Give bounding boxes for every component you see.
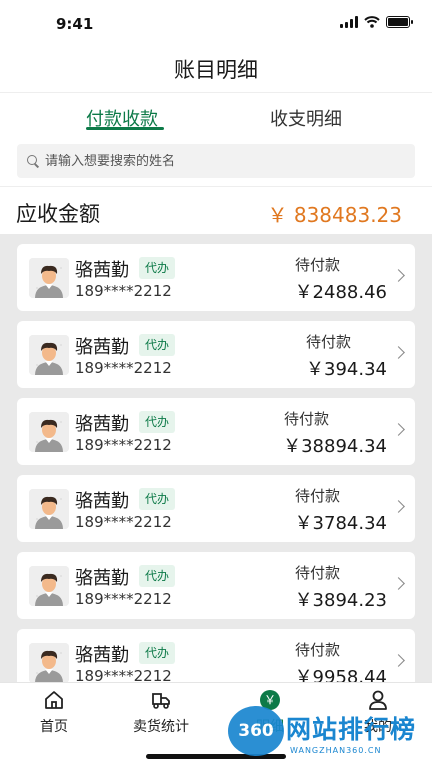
signal-icon	[340, 16, 358, 28]
status-bar: 9:41	[0, 0, 432, 46]
payment-amount: ￥394.34	[306, 359, 387, 380]
customer-name: 骆茜勤	[75, 491, 129, 512]
tab-bar: 付款收款 收支明细	[0, 92, 432, 138]
payment-amount: ￥2488.46	[294, 282, 387, 303]
tabbar-item-home[interactable]: 首页	[9, 687, 99, 736]
customer-name: 骆茜勤	[75, 645, 129, 666]
tab-income-expense[interactable]: 收支明细	[270, 105, 342, 131]
agent-badge: 代办	[139, 565, 176, 587]
payment-status: 待付款	[295, 564, 341, 582]
customer-name: 骆茜勤	[75, 414, 129, 435]
status-time: 9:41	[56, 15, 94, 33]
chevron-right-icon	[392, 654, 405, 667]
avatar	[29, 335, 69, 375]
customer-name: 骆茜勤	[75, 337, 129, 358]
customer-phone: 189****2212	[75, 359, 172, 377]
customer-phone: 189****2212	[75, 590, 172, 608]
customer-phone: 189****2212	[75, 282, 172, 300]
chevron-right-icon	[392, 269, 405, 282]
summary-label: 应收金额	[16, 202, 100, 226]
agent-badge: 代办	[139, 257, 176, 279]
record-card[interactable]: 骆茜勤 代办 189****2212 待付款 ￥38894.34	[17, 398, 415, 465]
payment-amount: ￥38894.34	[283, 436, 387, 457]
wifi-icon	[364, 16, 380, 28]
watermark-logo: 360	[228, 706, 284, 756]
record-card[interactable]: 骆茜勤 代办 189****2212 待付款 ￥394.34	[17, 321, 415, 388]
payment-status: 待付款	[306, 333, 352, 351]
payment-status: 待付款	[295, 487, 341, 505]
search-input[interactable]	[45, 153, 385, 169]
tabbar-label: 卖货统计	[133, 719, 189, 735]
watermark-subtitle: WANGZHAN360.CN	[290, 746, 382, 755]
tabbar-item-sales[interactable]: 卖货统计	[116, 687, 206, 736]
chevron-right-icon	[392, 346, 405, 359]
receivable-summary: 应收金额 ￥ 838483.23	[0, 186, 432, 234]
payment-status: 待付款	[295, 641, 341, 659]
avatar	[29, 489, 69, 529]
record-card[interactable]: 骆茜勤 代办 189****2212 待付款 ￥3784.34	[17, 475, 415, 542]
record-card[interactable]: 骆茜勤 代办 189****2212 待付款 ￥3894.23	[17, 552, 415, 619]
payment-status: 待付款	[295, 256, 341, 274]
summary-amount: ￥ 838483.23	[267, 203, 402, 227]
avatar	[29, 412, 69, 452]
avatar	[29, 643, 69, 682]
payment-amount: ￥9958.44	[294, 667, 387, 682]
record-card[interactable]: 骆茜勤 代办 189****2212 待付款 ￥9958.44	[17, 629, 415, 682]
search-icon	[27, 155, 39, 167]
tabbar-label: 首页	[40, 719, 68, 735]
status-icons	[340, 16, 413, 28]
chevron-right-icon	[392, 577, 405, 590]
agent-badge: 代办	[139, 411, 176, 433]
customer-name: 骆茜勤	[75, 568, 129, 589]
chevron-right-icon	[392, 500, 405, 513]
customer-phone: 189****2212	[75, 513, 172, 531]
agent-badge: 代办	[139, 642, 176, 664]
delivery-truck-icon	[152, 693, 170, 709]
payment-amount: ￥3784.34	[294, 513, 387, 534]
search-bar[interactable]	[17, 144, 415, 178]
page-title: 账目明细	[174, 58, 258, 82]
chevron-right-icon	[392, 423, 405, 436]
customer-phone: 189****2212	[75, 436, 172, 454]
agent-badge: 代办	[139, 488, 176, 510]
watermark-title: 网站排行榜	[286, 715, 417, 744]
site-watermark: 360 网站排行榜 WANGZHAN360.CN	[228, 706, 432, 768]
avatar	[29, 566, 69, 606]
avatar	[29, 258, 69, 298]
record-card[interactable]: 骆茜勤 代办 189****2212 待付款 ￥2488.46	[17, 244, 415, 311]
active-tab-indicator	[86, 127, 164, 130]
home-icon	[45, 691, 63, 709]
record-list: 骆茜勤 代办 189****2212 待付款 ￥2488.46 骆茜勤 代办 1…	[0, 234, 432, 682]
payment-status: 待付款	[284, 410, 330, 428]
payment-amount: ￥3894.23	[294, 590, 387, 611]
customer-name: 骆茜勤	[75, 260, 129, 281]
customer-phone: 189****2212	[75, 667, 172, 682]
battery-icon	[386, 16, 413, 28]
agent-badge: 代办	[139, 334, 176, 356]
